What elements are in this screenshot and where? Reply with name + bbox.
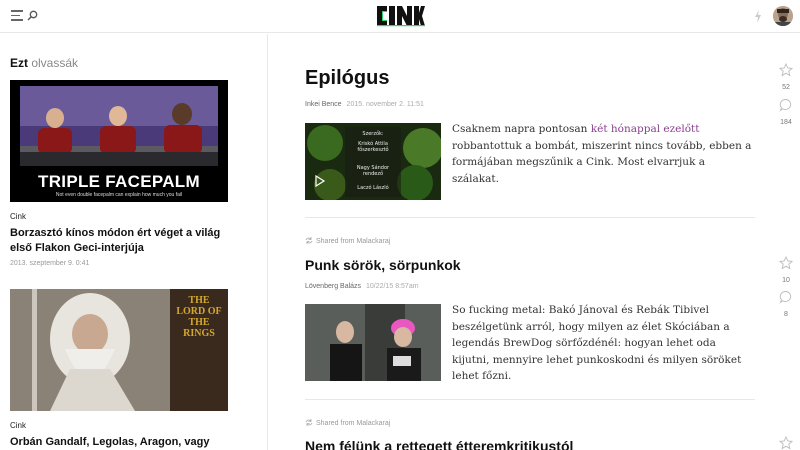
svg-text:Szerzők:: Szerzők: <box>362 131 384 137</box>
post-meta: Inkei Bence 2015. november 2. 11:51 <box>305 101 424 108</box>
user-avatar[interactable] <box>773 6 793 26</box>
svg-text:rendező: rendező <box>363 171 383 177</box>
comment-count: 184 <box>780 119 792 126</box>
sidebar-card-category[interactable]: Cink <box>10 212 228 221</box>
post-author[interactable]: Lövenberg Balázs <box>305 283 361 290</box>
gandalf-image[interactable]: THE LORD OF THE RINGS <box>10 289 228 411</box>
share-icon <box>305 419 313 426</box>
sidebar-card-headline[interactable]: Orbán Gandalf, Legolas, Aragon, vagy Gim… <box>10 435 228 450</box>
comment-action[interactable]: 184 <box>776 98 796 126</box>
like-action[interactable]: 10 <box>776 255 796 284</box>
comment-count: 8 <box>784 311 788 318</box>
sidebar-card-date: 2013. szeptember 9. 0:41 <box>10 260 90 267</box>
post-thumbnail[interactable]: Szerzők: Kriskó Attila főszerkesztő Nagy… <box>305 123 441 200</box>
share-icon <box>305 237 313 244</box>
cink-logo[interactable] <box>376 5 426 27</box>
sidebar-card-category[interactable]: Cink <box>10 421 228 430</box>
sidebar-title-bold: Ezt <box>10 56 28 70</box>
top-bar <box>0 0 800 33</box>
facepalm-image[interactable]: TRIPLE FACEPALM Not even double facepalm… <box>10 80 228 202</box>
star-icon[interactable] <box>778 62 794 77</box>
sidebar-title-rest: olvassák <box>31 56 79 70</box>
excerpt-text: robbantottuk a bombát, miszerint nincs t… <box>452 139 752 185</box>
post-title[interactable]: Nem félünk a rettegett étteremkritikustó… <box>305 438 573 450</box>
post-date: 10/22/15 8:57am <box>366 283 419 290</box>
svg-text:Kriskó Attila: Kriskó Attila <box>358 140 388 147</box>
bolt-icon[interactable] <box>754 10 762 23</box>
lotr-caption: THE LORD OF THE RINGS <box>176 295 222 339</box>
facepalm-caption: TRIPLE FACEPALM <box>38 172 200 191</box>
like-action[interactable]: 52 <box>776 62 796 91</box>
post-excerpt: So fucking metal: Bakó Jánoval és Rebák … <box>452 304 742 382</box>
star-icon[interactable] <box>778 435 794 450</box>
shared-from-label[interactable]: Shared from Malackaraj <box>316 238 390 245</box>
shared-from[interactable]: Shared from Malackaraj <box>305 237 390 245</box>
post-title[interactable]: Epilógus <box>305 67 389 90</box>
post-date: 2015. november 2. 11:51 <box>346 101 424 108</box>
comment-icon[interactable] <box>779 98 793 112</box>
post-excerpt: Csaknem napra pontosan két hónappal ezel… <box>452 121 755 187</box>
sidebar-card-headline[interactable]: Borzasztó kínos módon ért véget a világ … <box>10 226 228 256</box>
search-icon[interactable] <box>27 10 38 21</box>
excerpt-text: Csaknem napra pontosan <box>452 123 591 135</box>
shared-from-label[interactable]: Shared from Malackaraj <box>316 420 390 427</box>
comment-icon[interactable] <box>779 290 793 304</box>
svg-text:Nagy Sándor: Nagy Sándor <box>357 164 390 171</box>
facepalm-subcaption: Not even double facepalm can explain how… <box>55 192 183 198</box>
sidebar: Ezt olvassák TRIPLE FACEPALM Not even do… <box>0 34 268 450</box>
post-divider <box>305 217 755 218</box>
svg-text:főszerkesztő: főszerkesztő <box>357 147 388 153</box>
post-meta: Lövenberg Balázs 10/22/15 8:57am <box>305 283 419 290</box>
comment-action[interactable]: 8 <box>776 290 796 318</box>
post-title[interactable]: Punk sörök, sörpunkok <box>305 257 461 273</box>
post-author[interactable]: Inkei Bence <box>305 101 342 108</box>
shared-from[interactable]: Shared from Malackaraj <box>305 419 390 427</box>
menu-icon[interactable] <box>11 10 25 22</box>
post-divider <box>305 399 755 400</box>
like-count: 52 <box>782 84 790 91</box>
excerpt-link[interactable]: két hónappal ezelőtt <box>591 123 700 135</box>
post-thumbnail[interactable] <box>305 304 441 381</box>
sidebar-card-1[interactable]: TRIPLE FACEPALM Not even double facepalm… <box>10 80 228 267</box>
like-action[interactable] <box>776 435 796 450</box>
like-count: 10 <box>782 277 790 284</box>
svg-text:Laczó László: Laczó László <box>357 184 388 191</box>
star-icon[interactable] <box>778 255 794 270</box>
sidebar-title: Ezt olvassák <box>10 56 78 70</box>
sidebar-card-2[interactable]: THE LORD OF THE RINGS Cink Orbán Gandalf… <box>10 289 228 450</box>
